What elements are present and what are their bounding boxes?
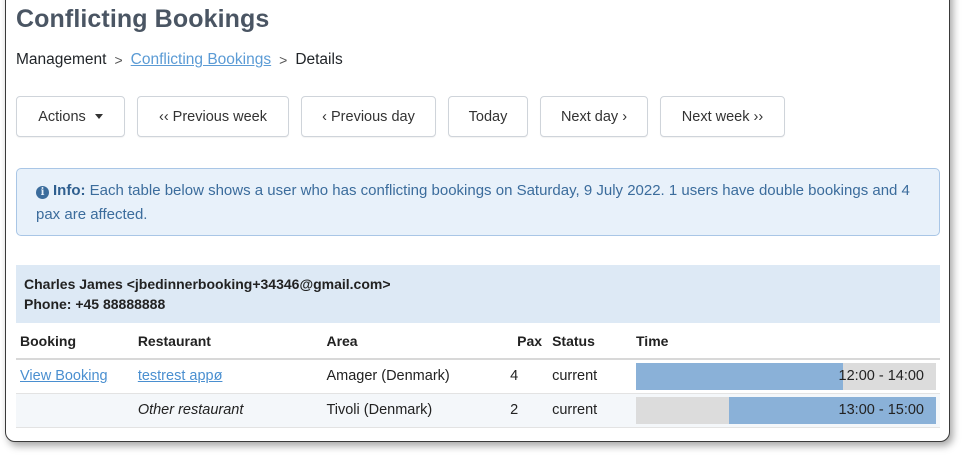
next-week-button[interactable]: Next week ›› — [660, 96, 785, 137]
status-cell: current — [548, 359, 632, 394]
booking-cell-empty — [16, 393, 134, 428]
bookings-table: Booking Restaurant Area Pax Status Time … — [16, 323, 940, 428]
user-name-email: Charles James <jbedinnerbooking+34346@gm… — [24, 276, 391, 292]
restaurant-link[interactable]: testrest appø — [138, 368, 223, 384]
user-header: Charles James <jbedinnerbooking+34346@gm… — [16, 265, 940, 323]
time-label: 12:00 - 14:00 — [838, 367, 924, 384]
actions-dropdown-button[interactable]: Actions — [16, 96, 125, 137]
app-window: Conflicting Bookings Management > Confli… — [5, 0, 950, 442]
table-row: Other restaurant Tivoli (Denmark) 2 curr… — [16, 393, 940, 428]
table-row: View Booking testrest appø Amager (Denma… — [16, 359, 940, 394]
restaurant-name: Other restaurant — [137, 402, 244, 418]
info-alert: i Info: Each table below shows a user who… — [16, 168, 940, 236]
time-bar: 12:00 - 14:00 — [636, 362, 936, 390]
previous-day-button[interactable]: ‹ Previous day — [301, 96, 436, 137]
header-area: Area — [322, 323, 503, 360]
area-cell: Amager (Denmark) — [322, 359, 503, 394]
table-header-row: Booking Restaurant Area Pax Status Time — [16, 323, 940, 360]
toolbar: Actions ‹‹ Previous week ‹ Previous day … — [16, 96, 785, 137]
time-bar-fill — [636, 362, 843, 390]
next-day-button[interactable]: Next day › — [540, 96, 648, 137]
status-cell: current — [548, 393, 632, 428]
header-pax: Pax — [502, 323, 549, 360]
header-time: Time — [632, 323, 940, 360]
pax-cell: 4 — [502, 359, 549, 394]
previous-week-button[interactable]: ‹‹ Previous week — [137, 96, 289, 137]
user-phone: Phone: +45 88888888 — [24, 296, 166, 312]
header-status: Status — [548, 323, 632, 360]
caret-down-icon — [94, 114, 103, 119]
breadcrumb-management[interactable]: Management — [16, 51, 106, 69]
view-booking-link[interactable]: View Booking — [20, 368, 108, 384]
pax-cell: 2 — [502, 393, 549, 428]
today-button[interactable]: Today — [448, 96, 528, 137]
breadcrumb: Management > Conflicting Bookings > Deta… — [16, 51, 343, 69]
info-label: Info: — [53, 182, 86, 199]
time-bar: 13:00 - 15:00 — [636, 396, 936, 424]
header-booking: Booking — [16, 323, 134, 360]
breadcrumb-conflicting-bookings-link[interactable]: Conflicting Bookings — [131, 51, 271, 69]
area-cell: Tivoli (Denmark) — [322, 393, 503, 428]
info-icon: i — [36, 186, 49, 199]
info-text: Each table below shows a user who has co… — [36, 182, 910, 223]
breadcrumb-chevron-icon: > — [279, 52, 288, 68]
breadcrumb-details: Details — [295, 51, 343, 68]
breadcrumb-chevron-icon: > — [114, 52, 123, 68]
header-restaurant: Restaurant — [133, 323, 323, 360]
time-label: 13:00 - 15:00 — [838, 401, 924, 418]
actions-label: Actions — [38, 108, 86, 125]
page-title: Conflicting Bookings — [16, 5, 270, 33]
